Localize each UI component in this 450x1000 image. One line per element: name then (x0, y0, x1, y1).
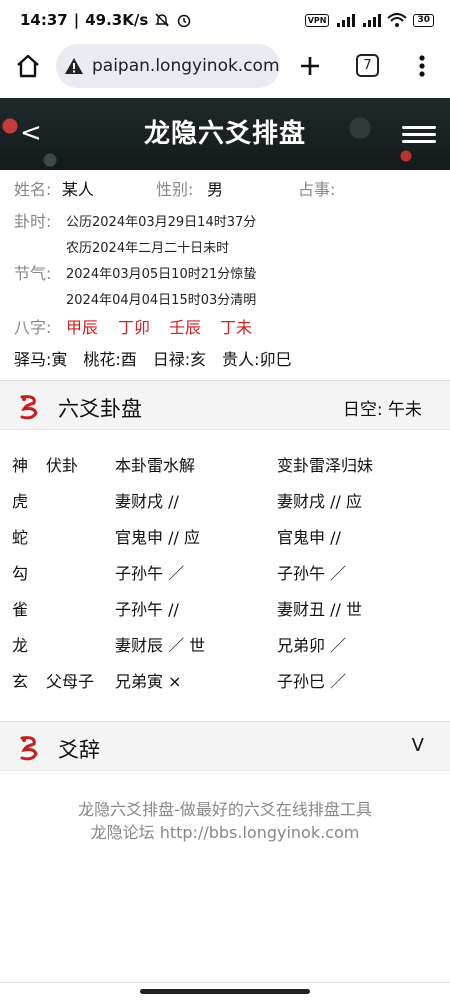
menu-icon[interactable] (402, 126, 436, 148)
bazi-month: 丁卯 (118, 318, 151, 337)
url-bar[interactable]: paipan.longyinok.com (56, 44, 280, 88)
cell-bengua: 子孙午 ／ (115, 564, 185, 583)
cell-bengua: 妻财戌 // (115, 492, 179, 511)
url-text[interactable]: paipan.longyinok.com (92, 56, 280, 76)
footer-forum-link[interactable]: 龙隐论坛 http://bbs.longyinok.com (0, 821, 450, 844)
header-bengua: 本卦雷水解 (115, 456, 196, 475)
lunar-time: 农历2024年二月二十日未时 (66, 241, 230, 256)
vpn-badge: VPN (304, 13, 330, 27)
bazi-label: 八字: (14, 318, 52, 337)
jieqi-1: 2024年03月05日10时21分惊蛰 (66, 267, 257, 282)
table-row: 龙 妻财辰 ／ 世 兄弟卯 ／ (0, 632, 450, 662)
cell-bengua: 兄弟寅 × (115, 672, 182, 691)
status-time: 14:37 (20, 11, 68, 29)
wifi-icon (387, 13, 408, 27)
status-separator: | (73, 11, 80, 29)
cell-biangua: 妻财戌 // 应 (277, 492, 362, 511)
browser-toolbar: paipan.longyinok.com 7 (0, 40, 450, 94)
back-button[interactable]: < (20, 118, 44, 148)
cell-biangua: 子孙午 ／ (277, 564, 347, 583)
cell-bengua: 子孙午 // (115, 600, 179, 619)
gender-label: 性别: (156, 180, 194, 199)
cell-fugua: 父母子 (46, 672, 95, 691)
alarm-icon (178, 14, 191, 28)
cell-shen: 勾 (12, 564, 29, 583)
cell-shen: 玄 (12, 672, 29, 691)
table-row: 玄 父母子 兄弟寅 × 子孙巳 ／ (0, 668, 450, 698)
tab-switcher-button[interactable]: 7 (356, 54, 379, 77)
expand-toggle[interactable]: V (412, 735, 424, 756)
status-bar: 14:37 | 49.3K/s VPN 30 (0, 0, 450, 40)
dragon-logo-icon (20, 395, 38, 420)
new-tab-icon[interactable] (296, 52, 324, 80)
signal-icon (337, 14, 356, 27)
table-row: 蛇 官鬼申 // 应 官鬼申 // (0, 524, 450, 554)
network-speed: 49.3K/s (85, 11, 149, 29)
cell-biangua: 子孙巳 ／ (277, 672, 347, 691)
cell-bengua: 妻财辰 ／ 世 (115, 636, 206, 655)
header-banner: 龙隐六爻排盘 < (0, 98, 450, 170)
warning-icon[interactable] (64, 56, 84, 76)
footer-slogan: 龙隐六爻排盘-做最好的六爻在线排盘工具 (78, 800, 372, 819)
table-row: 雀 子孙午 // 妻财丑 // 世 (0, 596, 450, 626)
matter-label: 占事: (298, 180, 336, 199)
cell-biangua: 官鬼申 // (277, 528, 341, 547)
footer: 龙隐六爻排盘-做最好的六爻在线排盘工具 龙隐论坛 http://bbs.long… (0, 798, 450, 844)
yaoci-section-header[interactable]: 爻辞 V (0, 721, 450, 771)
table-header: 神 伏卦 本卦雷水解 变卦雷泽归妹 (0, 452, 450, 482)
table-row: 勾 子孙午 ／ 子孙午 ／ (0, 560, 450, 590)
more-options-icon[interactable] (414, 52, 430, 80)
name-label: 姓名: (14, 180, 52, 199)
gender-value: 男 (207, 180, 224, 199)
gesture-nav-handle[interactable] (140, 989, 310, 994)
gua-section-header[interactable]: 六爻卦盘 日空: 午未 (0, 380, 450, 430)
cell-biangua: 兄弟卯 ／ (277, 636, 347, 655)
cell-shen: 雀 (12, 600, 29, 619)
home-icon[interactable] (14, 52, 42, 80)
name-value: 某人 (61, 180, 94, 199)
header-biangua: 变卦雷泽归妹 (277, 456, 374, 475)
bazi-day: 壬辰 (169, 318, 202, 337)
page-title: 龙隐六爻排盘 (143, 119, 306, 149)
cell-shen: 虎 (12, 492, 29, 511)
solar-time: 公历2024年03月29日14时37分 (66, 215, 257, 230)
header-shen: 神 (12, 456, 29, 475)
signal-icon-2 (363, 14, 382, 27)
cell-biangua: 妻财丑 // 世 (277, 600, 362, 619)
gua-time-label: 卦时: (14, 212, 52, 231)
bazi-year: 甲辰 (66, 318, 99, 337)
table-row: 虎 妻财戌 // 妻财戌 // 应 (0, 488, 450, 518)
rikong-value: 日空: 午未 (342, 400, 422, 420)
mute-bell-icon (155, 13, 170, 27)
gua-section-title: 六爻卦盘 (58, 397, 142, 421)
battery-indicator: 30 (413, 13, 434, 27)
bazi-hour: 丁未 (220, 318, 253, 337)
dragon-logo-icon (20, 736, 38, 761)
divider (0, 982, 450, 983)
shensha-line: 驿马:寅 桃花:酉 日禄:亥 贵人:卯巳 (14, 350, 292, 369)
cell-bengua: 官鬼申 // 应 (115, 528, 200, 547)
cell-shen: 龙 (12, 636, 29, 655)
jieqi-label: 节气: (14, 264, 52, 283)
yaoci-section-title: 爻辞 (58, 738, 100, 762)
jieqi-2: 2024年04月04日15时03分清明 (66, 293, 257, 308)
cell-shen: 蛇 (12, 528, 29, 547)
header-fugua: 伏卦 (46, 456, 79, 475)
